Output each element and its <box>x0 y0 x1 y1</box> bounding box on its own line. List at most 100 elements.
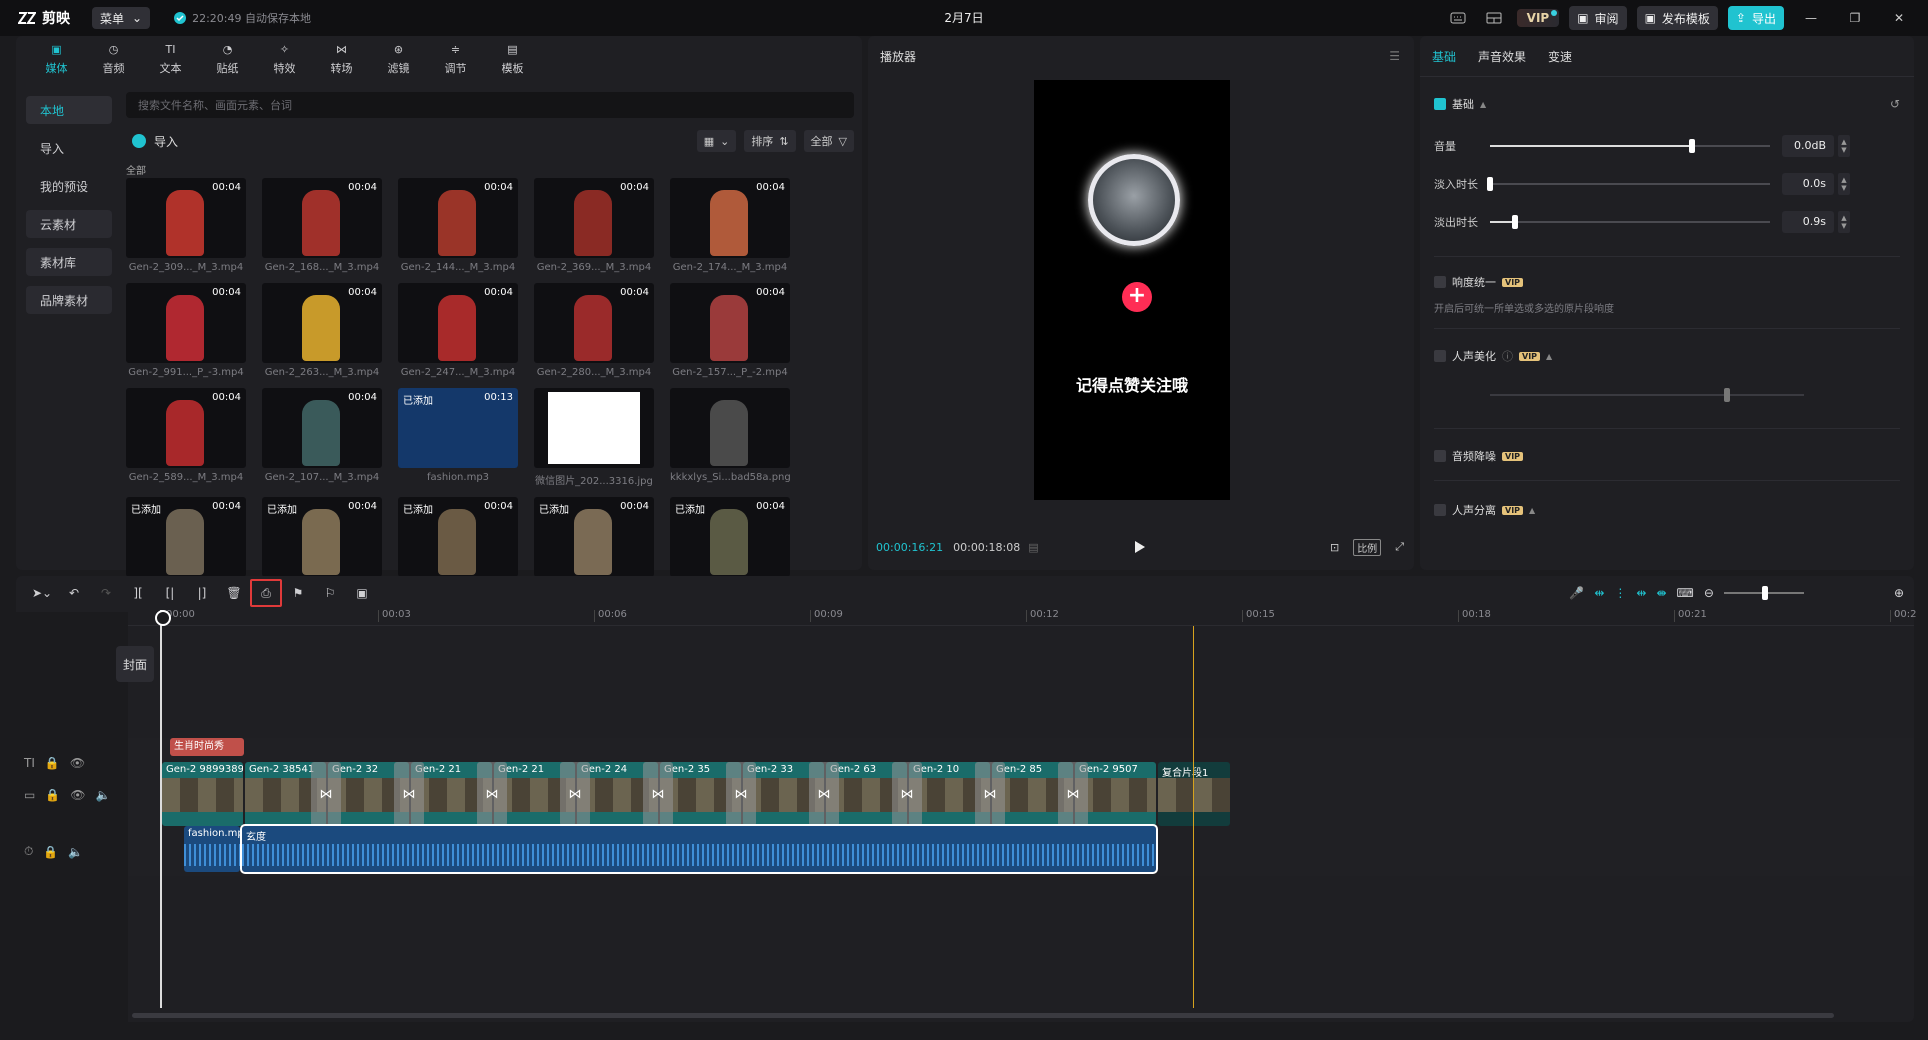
transition-icon[interactable]: ⋈ <box>809 762 839 826</box>
sidebar-item-brand[interactable]: 品牌素材 <box>26 286 112 314</box>
transition-icon[interactable]: ⋈ <box>726 762 756 826</box>
lock-icon[interactable]: 🔒 <box>45 788 60 802</box>
transition-icon[interactable]: ⋈ <box>394 762 424 826</box>
tab-effects[interactable]: ✧ 特效 <box>256 36 313 80</box>
fade-in-slider[interactable] <box>1487 177 1770 191</box>
zoom-in-icon[interactable]: ⊕ <box>1894 586 1904 600</box>
voice-enhance-checkbox[interactable]: 人声美化 ⓘ VIP ▲ <box>1434 348 1900 364</box>
audio-clip-selected[interactable]: 玄度 <box>240 824 1158 874</box>
fade-out-value[interactable]: 0.9s <box>1782 211 1834 233</box>
fade-in-value[interactable]: 0.0s <box>1782 173 1834 195</box>
tab-sound-effects[interactable]: 声音效果 <box>1478 48 1526 65</box>
zoom-slider[interactable] <box>1723 586 1804 600</box>
linkage-icon[interactable]: ⇹ <box>1636 586 1646 600</box>
reset-icon[interactable]: ↺ <box>1890 97 1900 111</box>
basic-checkbox[interactable]: 基础 ▲ <box>1434 96 1486 112</box>
preview-axis-icon[interactable]: ⇼ <box>1656 586 1666 600</box>
sidebar-item-local[interactable]: 本地 <box>26 96 112 124</box>
media-item[interactable]: 已添加 00:04 <box>126 497 246 577</box>
media-search-input[interactable]: 搜索文件名称、画面元素、台词 <box>126 92 854 118</box>
media-item[interactable]: 已添加 00:04 <box>398 497 518 577</box>
eye-icon[interactable]: 👁 <box>70 788 85 802</box>
filter-button[interactable]: 全部 ▽ <box>803 130 854 152</box>
view-toggle-button[interactable]: ▦ ⌄ <box>696 130 737 152</box>
fade-out-slider[interactable] <box>1490 215 1770 229</box>
image-edit-icon[interactable]: ▣ <box>346 579 378 607</box>
publish-template-button[interactable]: ▣ 发布模板 <box>1636 6 1718 30</box>
snap-icon[interactable]: ⋮ <box>1614 586 1626 600</box>
loudness-checkbox[interactable]: 响度统一 VIP <box>1434 274 1900 290</box>
sidebar-item-import[interactable]: 导入 <box>26 134 112 162</box>
transition-icon[interactable]: ⋈ <box>643 762 673 826</box>
vip-button[interactable]: VIP <box>1516 9 1560 27</box>
export-button[interactable]: ⇪ 导出 <box>1727 6 1784 30</box>
tab-basic[interactable]: 基础 <box>1432 48 1456 65</box>
minimize-icon[interactable]: — <box>1794 0 1828 36</box>
marker-add-icon[interactable]: ⚐ <box>314 579 346 607</box>
close-icon[interactable]: ✕ <box>1882 0 1916 36</box>
fit-screen-icon[interactable]: ⊡ <box>1330 541 1339 554</box>
transition-icon[interactable]: ⋈ <box>892 762 922 826</box>
fullscreen-icon[interactable]: ⤢ <box>1395 540 1404 554</box>
vocal-separate-checkbox[interactable]: 人声分离 VIP ▲ <box>1434 502 1900 518</box>
play-icon[interactable] <box>1134 540 1146 554</box>
media-item[interactable]: 微信图片_202...3316.jpg <box>534 388 654 487</box>
sidebar-item-my-presets[interactable]: 我的预设 <box>26 172 112 200</box>
volume-slider[interactable] <box>1490 139 1770 153</box>
ratio-button[interactable]: 比例 <box>1353 538 1382 556</box>
microphone-icon[interactable]: 🎤 <box>1569 586 1584 600</box>
sidebar-item-library[interactable]: 素材库 <box>26 248 112 276</box>
media-item[interactable]: 已添加 00:13 fashion.mp3 <box>398 388 518 487</box>
eye-icon[interactable]: 👁 <box>70 756 85 770</box>
media-item[interactable]: 00:04 Gen-2_174..._M_3.mp4 <box>670 178 790 273</box>
slider-handle[interactable] <box>1512 215 1519 229</box>
slider-handle[interactable] <box>1487 177 1493 191</box>
transition-icon[interactable]: ⋈ <box>311 762 341 826</box>
video-clip[interactable]: Gen-2 9899389 <box>162 762 243 826</box>
media-item[interactable]: 00:04 Gen-2_247..._M_3.mp4 <box>398 283 518 378</box>
timeline-ruler[interactable]: 00:00 00:03 00:06 00:09 00:12 00:15 00:18 00:21… <box>128 610 1916 626</box>
audio-clip-fashion[interactable]: fashion.mp3 <box>184 826 240 872</box>
delete-icon[interactable]: 🗑 <box>218 579 250 607</box>
media-item[interactable]: 00:04 Gen-2_280..._M_3.mp4 <box>534 283 654 378</box>
restore-icon[interactable]: ❐ <box>1838 0 1872 36</box>
sidebar-item-cloud[interactable]: 云素材 <box>26 210 112 238</box>
media-item[interactable]: 00:04 Gen-2_991..._P_-3.mp4 <box>126 283 246 378</box>
tab-text[interactable]: TI 文本 <box>142 36 199 80</box>
transition-icon[interactable]: ⋈ <box>975 762 1005 826</box>
lock-icon[interactable]: 🔒 <box>43 845 58 859</box>
tab-filter[interactable]: ⊛ 滤镜 <box>370 36 427 80</box>
split-right-icon[interactable]: |] <box>186 579 218 607</box>
stepper-icon[interactable]: ▲ ▼ <box>1838 211 1850 233</box>
noise-reduce-checkbox[interactable]: 音频降噪 VIP <box>1434 448 1900 464</box>
media-item[interactable]: 00:04 Gen-2_144..._M_3.mp4 <box>398 178 518 273</box>
link-main-track-icon[interactable]: ⇹ <box>1594 586 1604 600</box>
media-item[interactable]: 已添加 00:04 <box>670 497 790 577</box>
media-item[interactable]: 已添加 00:04 <box>534 497 654 577</box>
compound-clip[interactable]: 复合片段1 <box>1158 762 1230 826</box>
select-cursor-icon[interactable]: ➤⌄ <box>26 579 58 607</box>
media-item[interactable]: 00:04 Gen-2_157..._P_-2.mp4 <box>670 283 790 378</box>
tab-adjust[interactable]: ≑ 调节 <box>427 36 484 80</box>
split-left-icon[interactable]: [| <box>154 579 186 607</box>
transition-icon[interactable]: ⋈ <box>477 762 507 826</box>
media-item[interactable]: 00:04 Gen-2_263..._M_3.mp4 <box>262 283 382 378</box>
freeze-frame-icon[interactable]: ⎙ <box>250 579 282 607</box>
tab-speed[interactable]: 变速 <box>1548 48 1572 65</box>
slider-handle[interactable] <box>1688 139 1695 153</box>
review-button[interactable]: ▣ 审阅 <box>1569 6 1627 30</box>
transition-icon[interactable]: ⋈ <box>560 762 590 826</box>
sort-button[interactable]: 排序 ⇅ <box>744 130 796 152</box>
tab-transition[interactable]: ⋈ 转场 <box>313 36 370 80</box>
speaker-icon[interactable]: 🔈 <box>68 845 83 859</box>
marker-icon[interactable]: ⚑ <box>282 579 314 607</box>
lock-icon[interactable]: 🔒 <box>45 756 60 770</box>
stepper-icon[interactable]: ▲ ▼ <box>1838 173 1850 195</box>
slider-handle[interactable] <box>1761 586 1768 600</box>
redo-icon[interactable]: ↷ <box>90 579 122 607</box>
media-item[interactable]: 00:04 Gen-2_309..._M_3.mp4 <box>126 178 246 273</box>
hamburger-menu-icon[interactable]: ☰ <box>1389 49 1400 63</box>
import-button[interactable]: 导入 <box>132 133 178 150</box>
media-item[interactable]: 00:04 Gen-2_589..._M_3.mp4 <box>126 388 246 487</box>
stepper-icon[interactable]: ▲ ▼ <box>1838 135 1850 157</box>
